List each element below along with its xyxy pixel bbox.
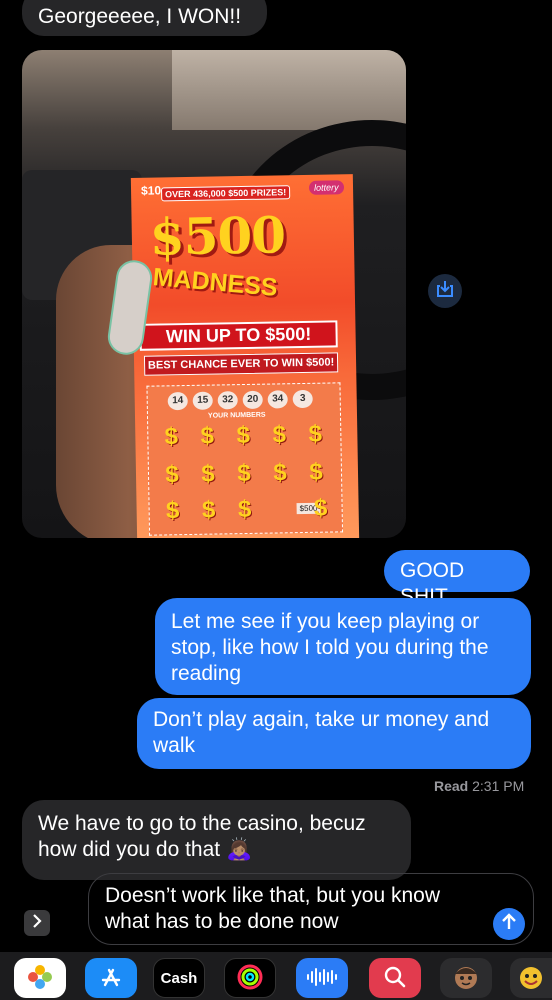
dollar-symbol-icon: $ xyxy=(272,421,287,449)
send-arrow-icon xyxy=(501,912,517,936)
received-message-won[interactable]: Georgeeeee, I WON!! xyxy=(22,0,267,36)
photos-app-button[interactable] xyxy=(14,958,66,998)
ticket-price: $10 xyxy=(140,183,162,198)
winning-number: 34 xyxy=(267,390,288,409)
dollar-symbol-icon: $ xyxy=(308,420,323,448)
memoji-stickers-button[interactable] xyxy=(510,958,552,998)
dollar-symbol-icon: $ xyxy=(165,461,179,489)
sent-message-let-me-see[interactable]: Let me see if you keep playing or stop, … xyxy=(155,598,531,695)
dollar-symbol-icon: $ xyxy=(164,423,179,451)
ticket-play-area: 14 15 32 20 34 3 YOUR NUMBERS $ $ $ $ $ … xyxy=(146,382,344,536)
memoji-icon xyxy=(451,962,481,995)
winning-number: 15 xyxy=(192,391,213,410)
ticket-chance: BEST CHANCE EVER TO WIN $500! xyxy=(143,352,339,376)
photos-app-icon xyxy=(26,963,54,994)
dollar-symbol-icon: $ xyxy=(236,421,251,450)
winning-number: 14 xyxy=(167,392,188,411)
ticket-win-up: WIN UP TO $500! xyxy=(139,320,338,351)
dollar-symbol-icon: $ xyxy=(273,459,287,487)
scratch-ticket: $10 OVER 436,000 $500 PRIZES! lottery $5… xyxy=(130,174,360,538)
winning-number: 3 xyxy=(292,389,313,409)
memoji-stickers-icon xyxy=(516,962,546,995)
save-to-photos-button[interactable] xyxy=(428,274,462,308)
dollar-symbol-icon: $ xyxy=(201,496,216,524)
dollar-symbol-icon: $ xyxy=(200,422,215,450)
winning-number: 20 xyxy=(242,390,263,410)
dollar-symbol-icon: $ xyxy=(201,460,215,488)
received-message-casino[interactable]: We have to go to the casino, becuz how d… xyxy=(22,800,411,880)
save-to-photos-icon xyxy=(436,280,454,303)
sent-message-good[interactable]: GOOD SHIT xyxy=(384,550,530,608)
car-window xyxy=(172,50,406,130)
message-input[interactable]: Doesn’t work like that, but you know wha… xyxy=(88,873,534,945)
fitness-icon xyxy=(236,963,264,994)
sent-message-dont-play[interactable]: Don’t play again, take ur money and walk xyxy=(137,698,531,769)
winning-number: 32 xyxy=(217,391,238,410)
dollar-symbol-icon: $ xyxy=(309,458,323,486)
expand-chevron-icon xyxy=(31,913,43,933)
audio-message-button[interactable] xyxy=(296,958,348,998)
dollar-symbol-icon: $ xyxy=(237,459,251,488)
memoji-button[interactable] xyxy=(440,958,492,998)
app-store-icon xyxy=(98,964,124,993)
dollar-symbol-icon: $ xyxy=(165,497,180,525)
ticket-brand: lottery xyxy=(308,180,344,195)
ticket-title: $500 xyxy=(149,205,286,267)
ticket-subtitle: MADNESS xyxy=(151,263,279,302)
web-search-button[interactable] xyxy=(369,958,421,998)
web-search-icon xyxy=(382,964,408,993)
expand-apps-button[interactable] xyxy=(24,910,50,936)
dollar-symbol-icon: $ xyxy=(313,494,328,522)
apple-cash-button[interactable]: Cash xyxy=(153,958,205,998)
send-button[interactable] xyxy=(493,908,525,940)
lottery-ticket-photo[interactable]: $10 OVER 436,000 $500 PRIZES! lottery $5… xyxy=(22,50,406,538)
app-store-button[interactable] xyxy=(85,958,137,998)
cash-app-label: Cash xyxy=(160,969,198,987)
audio-message-icon xyxy=(306,967,338,990)
read-receipt: Read 2:31 PM xyxy=(434,778,524,794)
read-label: Read xyxy=(434,778,469,794)
fitness-button[interactable] xyxy=(224,958,276,998)
dollar-symbol-icon: $ xyxy=(237,495,252,524)
your-numbers-label: YOUR NUMBERS xyxy=(207,411,266,420)
read-time: 2:31 PM xyxy=(472,778,525,794)
ticket-prizes: OVER 436,000 $500 PRIZES! xyxy=(161,185,291,202)
